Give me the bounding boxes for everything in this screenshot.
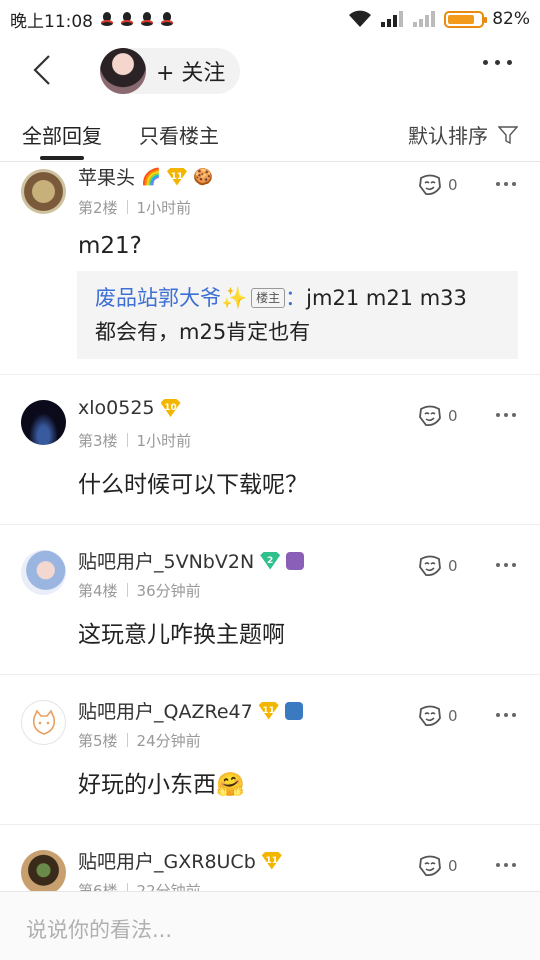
reply-more-icon[interactable]	[496, 563, 516, 567]
status-bar: 晚上11:08 82%	[0, 0, 540, 38]
like-button[interactable]: 0	[418, 705, 458, 727]
qq-icon	[101, 12, 113, 26]
thread-header: + 关注	[0, 38, 540, 104]
quoted-reply[interactable]: 废品站郭大爷✨ 楼主 ：jm21 m21 m33 都会有，m25肯定也有	[77, 271, 518, 359]
like-icon	[419, 705, 441, 727]
qq-icon	[141, 12, 153, 26]
like-icon	[419, 174, 441, 196]
like-icon	[419, 405, 441, 427]
reply-more-icon[interactable]	[496, 182, 516, 186]
reply-more-icon[interactable]	[496, 863, 516, 867]
wifi-icon	[349, 10, 372, 27]
reply-input-bar[interactable]: 说说你的看法...	[0, 891, 540, 960]
username[interactable]: 贴吧用户_GXR8UCb 11	[78, 847, 282, 874]
reply-meta: 第5楼 24分钟前	[78, 732, 201, 750]
medal-icon	[286, 551, 305, 570]
reply-tabs: 全部回复 只看楼主 默认排序	[0, 104, 540, 162]
follow-button[interactable]: + 关注	[100, 48, 240, 94]
sort-label: 默认排序	[408, 124, 488, 148]
level-badge: 10	[160, 399, 181, 417]
like-button[interactable]: 0	[418, 555, 458, 577]
more-icon[interactable]	[483, 60, 512, 65]
tab-all-replies[interactable]: 全部回复	[22, 120, 102, 149]
sort-button[interactable]: 默认排序	[408, 120, 518, 149]
reply-content: 好玩的小东西🤗	[78, 772, 245, 798]
like-button[interactable]: 0	[418, 855, 458, 877]
like-icon	[419, 855, 441, 877]
username[interactable]: 贴吧用户_5VNbV2N 2	[78, 547, 305, 574]
level-badge: 11	[258, 701, 279, 720]
op-avatar	[100, 48, 146, 94]
back-button[interactable]	[22, 50, 62, 90]
sparkle-icon: ✨	[221, 286, 248, 310]
gingerbread-icon: 🍪	[192, 167, 213, 186]
avatar[interactable]	[21, 850, 66, 891]
list-item: 苹果头 🌈 11 🍪 第2楼 1小时前 0 m21? 废品站郭大爷✨ 楼主 ：jm21…	[0, 163, 540, 375]
back-arrow-icon	[33, 55, 50, 85]
quoted-user[interactable]: 废品站郭大爷	[95, 286, 221, 310]
level-badge: 11	[166, 167, 187, 186]
like-button[interactable]: 0	[418, 405, 458, 427]
level-badge: 11	[261, 851, 282, 870]
qq-icon	[121, 12, 133, 26]
reply-input-placeholder[interactable]: 说说你的看法...	[26, 914, 172, 944]
list-item: xlo0525 10 第3楼 1小时前 0 什么时候可以下载呢？	[0, 375, 540, 525]
battery-percent: 82%	[492, 9, 530, 29]
level-badge: 2	[260, 551, 281, 570]
battery-icon	[444, 10, 488, 28]
list-item: 贴吧用户_QAZRe47 11 第5楼 24分钟前 0 好玩的小东西🤗	[0, 675, 540, 825]
like-button[interactable]: 0	[418, 174, 458, 196]
reply-meta: 第3楼 1小时前	[78, 432, 192, 450]
reply-content: 这玩意儿咋换主题啊	[78, 622, 285, 648]
reply-list: 苹果头 🌈 11 🍪 第2楼 1小时前 0 m21? 废品站郭大爷✨ 楼主 ：jm21…	[0, 163, 540, 891]
username[interactable]: 苹果头 🌈 11 🍪	[78, 163, 213, 190]
signal-icon	[381, 11, 404, 27]
username[interactable]: xlo0525 10	[78, 397, 181, 419]
hug-emoji-icon: 🤗	[216, 772, 245, 798]
filter-icon	[498, 125, 518, 144]
active-tab-indicator	[40, 156, 84, 160]
cat-icon	[32, 708, 55, 735]
like-icon	[419, 555, 441, 577]
signal-icon	[413, 11, 436, 27]
list-item: 贴吧用户_5VNbV2N 2 第4楼 36分钟前 0 这玩意儿咋换主题啊	[0, 525, 540, 675]
username[interactable]: 贴吧用户_QAZRe47 11	[78, 697, 303, 724]
follow-label: + 关注	[156, 61, 226, 86]
medal-icon	[284, 701, 303, 720]
avatar[interactable]	[21, 400, 66, 445]
avatar[interactable]	[21, 169, 66, 214]
rainbow-icon: 🌈	[141, 167, 161, 186]
qq-icon	[161, 12, 173, 26]
reply-content: 什么时候可以下载呢？	[78, 472, 308, 498]
reply-meta: 第6楼 22分钟前	[78, 880, 201, 891]
reply-meta: 第2楼 1小时前	[78, 199, 192, 217]
reply-meta: 第4楼 36分钟前	[78, 582, 201, 600]
list-item: 贴吧用户_GXR8UCb 11 第6楼 22分钟前 0	[0, 825, 540, 891]
avatar[interactable]	[21, 700, 66, 745]
reply-content: m21?	[78, 233, 142, 259]
status-right: 82%	[348, 9, 530, 29]
op-tag: 楼主	[251, 288, 286, 308]
reply-more-icon[interactable]	[496, 413, 516, 417]
status-time: 晚上11:08	[10, 11, 93, 32]
tab-op-only[interactable]: 只看楼主	[139, 120, 219, 149]
reply-more-icon[interactable]	[496, 713, 516, 717]
avatar[interactable]	[21, 550, 66, 595]
